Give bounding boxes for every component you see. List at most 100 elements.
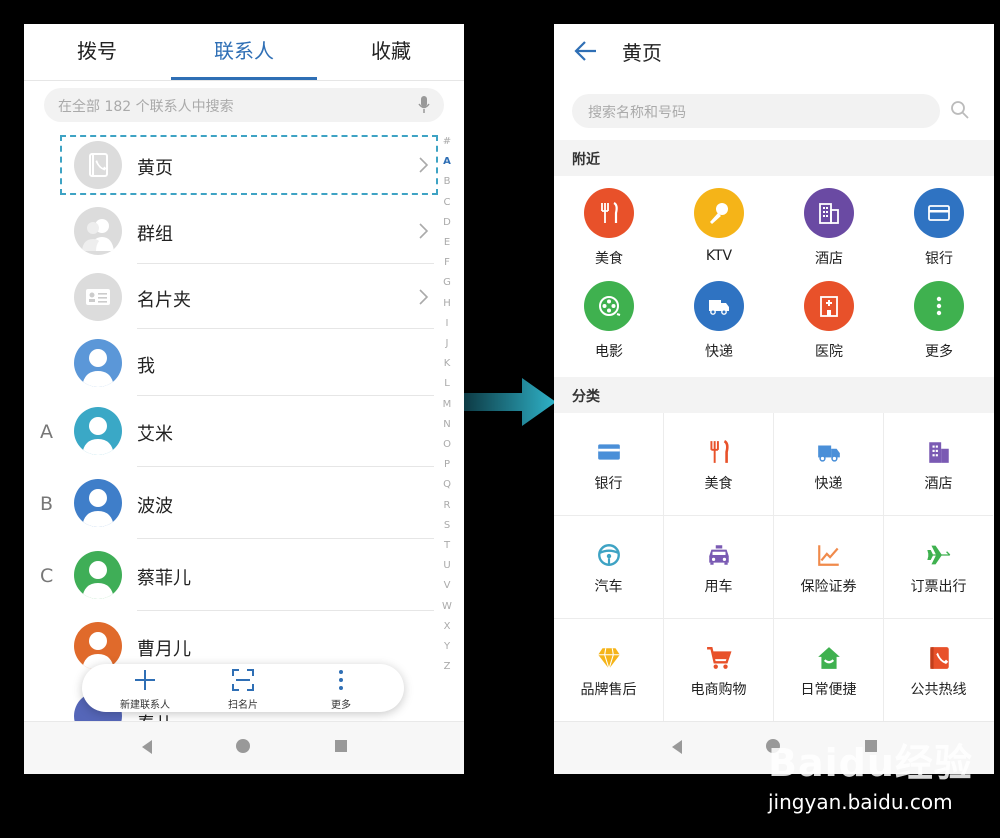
- nearby-item-hotel[interactable]: 酒店: [774, 188, 884, 278]
- microphone-icon[interactable]: [418, 96, 430, 114]
- row-divider: [137, 395, 434, 396]
- scan-card-button[interactable]: 扫名片: [198, 664, 288, 712]
- index-letter-n[interactable]: N: [440, 419, 454, 430]
- tab-contacts[interactable]: 联系人: [171, 24, 317, 80]
- section-title: 附近: [572, 152, 600, 168]
- index-letter-s[interactable]: S: [440, 520, 454, 531]
- index-letter-d[interactable]: D: [440, 217, 454, 228]
- back-arrow-icon[interactable]: [574, 40, 598, 62]
- nav-back-icon[interactable]: [670, 739, 684, 755]
- nearby-label: KTV: [705, 248, 733, 264]
- search-icon[interactable]: [950, 100, 970, 120]
- category-label: 公共热线: [910, 682, 967, 698]
- contact-row[interactable]: A 艾米: [24, 407, 434, 477]
- person-avatar: [74, 551, 122, 599]
- index-letter-b[interactable]: B: [440, 176, 454, 187]
- category-express[interactable]: 快递: [774, 413, 884, 516]
- index-letter-c[interactable]: C: [440, 197, 454, 208]
- index-letter-z[interactable]: Z: [440, 661, 454, 672]
- nearby-item-more[interactable]: 更多: [884, 281, 994, 371]
- contact-row-group[interactable]: 群组: [24, 207, 434, 271]
- category-label: 汽车: [594, 579, 623, 595]
- nearby-item-bank[interactable]: 银行: [884, 188, 994, 278]
- hotel-icon: [804, 188, 854, 238]
- category-insurance[interactable]: 保险证券: [774, 516, 884, 619]
- index-letter-i[interactable]: I: [440, 318, 454, 329]
- nearby-label: 美食: [595, 251, 623, 267]
- tab-dialer[interactable]: 拨号: [24, 24, 170, 80]
- index-letter-h[interactable]: H: [440, 298, 454, 309]
- nearby-item-food[interactable]: 美食: [554, 188, 664, 278]
- contact-row[interactable]: C 蔡菲儿: [24, 551, 434, 621]
- yellow-pages-search-input[interactable]: 搜索名称和号码: [572, 94, 940, 128]
- index-letter-e[interactable]: E: [440, 237, 454, 248]
- nav-home-icon[interactable]: [236, 739, 250, 753]
- category-hotel[interactable]: 酒店: [884, 413, 993, 516]
- nearby-item-movie[interactable]: 电影: [554, 281, 664, 371]
- category-shopping[interactable]: 电商购物: [664, 619, 774, 722]
- category-brand-service[interactable]: 品牌售后: [554, 619, 664, 722]
- index-letter-l[interactable]: L: [440, 378, 454, 389]
- contact-row-me[interactable]: 我: [24, 339, 434, 405]
- index-letter: A: [40, 421, 53, 443]
- index-letter-hash[interactable]: #: [440, 136, 454, 147]
- transition-arrow-icon: [464, 378, 556, 426]
- more-icon: [339, 670, 343, 690]
- nearby-item-ktv[interactable]: KTV: [664, 188, 774, 278]
- category-label: 品牌售后: [580, 682, 637, 698]
- index-letter-v[interactable]: V: [440, 580, 454, 591]
- index-letter-o[interactable]: O: [440, 439, 454, 450]
- more-button[interactable]: 更多: [296, 664, 386, 712]
- index-letter-f[interactable]: F: [440, 257, 454, 268]
- index-letter-j[interactable]: J: [440, 338, 454, 349]
- index-letter-y[interactable]: Y: [440, 641, 454, 652]
- tab-favorites[interactable]: 收藏: [318, 24, 464, 80]
- index-letter-u[interactable]: U: [440, 560, 454, 571]
- index-letter-k[interactable]: K: [440, 358, 454, 369]
- nearby-label: 电影: [595, 344, 623, 360]
- hotel-icon: [929, 442, 949, 463]
- nearby-item-hospital[interactable]: 医院: [774, 281, 884, 371]
- contact-row-yellow-pages[interactable]: 黄页: [24, 141, 434, 191]
- shopping-cart-icon: [707, 647, 732, 669]
- baidu-jingyan-watermark: Baidu经验 jingyan.baidu.com: [760, 732, 1000, 832]
- index-letter-x[interactable]: X: [440, 621, 454, 632]
- index-letter-g[interactable]: G: [440, 277, 454, 288]
- contact-name: 黄页: [137, 158, 173, 179]
- index-letter-q[interactable]: Q: [440, 479, 454, 490]
- scan-icon: [232, 669, 254, 691]
- index-letter-t[interactable]: T: [440, 540, 454, 551]
- index-letter: C: [40, 565, 54, 587]
- index-letter-p[interactable]: P: [440, 459, 454, 470]
- contacts-search-input[interactable]: 在全部 182 个联系人中搜索: [44, 88, 444, 122]
- category-car[interactable]: 汽车: [554, 516, 664, 619]
- person-avatar: [74, 622, 122, 670]
- nav-recent-icon[interactable]: [335, 740, 347, 752]
- nearby-item-express[interactable]: 快递: [664, 281, 774, 371]
- index-letter-r[interactable]: R: [440, 500, 454, 511]
- steering-wheel-icon: [598, 544, 620, 566]
- category-bank[interactable]: 银行: [554, 413, 664, 516]
- nav-back-icon[interactable]: [140, 739, 154, 755]
- business-card-icon: [74, 273, 122, 321]
- new-contact-button[interactable]: 新建联系人: [100, 664, 190, 712]
- index-letter-m[interactable]: M: [440, 399, 454, 410]
- contact-row[interactable]: B 波波: [24, 479, 434, 549]
- category-food[interactable]: 美食: [664, 413, 774, 516]
- category-hotline[interactable]: 公共热线: [884, 619, 993, 722]
- contact-row-card-holder[interactable]: 名片夹: [24, 273, 434, 337]
- stock-chart-icon: [818, 545, 839, 566]
- section-title: 分类: [572, 389, 600, 405]
- index-letter-w[interactable]: W: [440, 601, 454, 612]
- row-divider: [137, 538, 434, 539]
- category-label: 银行: [594, 476, 623, 492]
- category-ride[interactable]: 用车: [664, 516, 774, 619]
- category-travel[interactable]: 订票出行: [884, 516, 993, 619]
- contact-name: 我: [137, 356, 155, 377]
- category-daily[interactable]: 日常便捷: [774, 619, 884, 722]
- section-header-nearby: 附近: [554, 140, 994, 176]
- index-letter-a[interactable]: A: [440, 156, 454, 167]
- diamond-icon: [598, 648, 620, 671]
- fork-knife-icon: [710, 440, 729, 463]
- yellow-pages-header: 黄页: [554, 24, 994, 80]
